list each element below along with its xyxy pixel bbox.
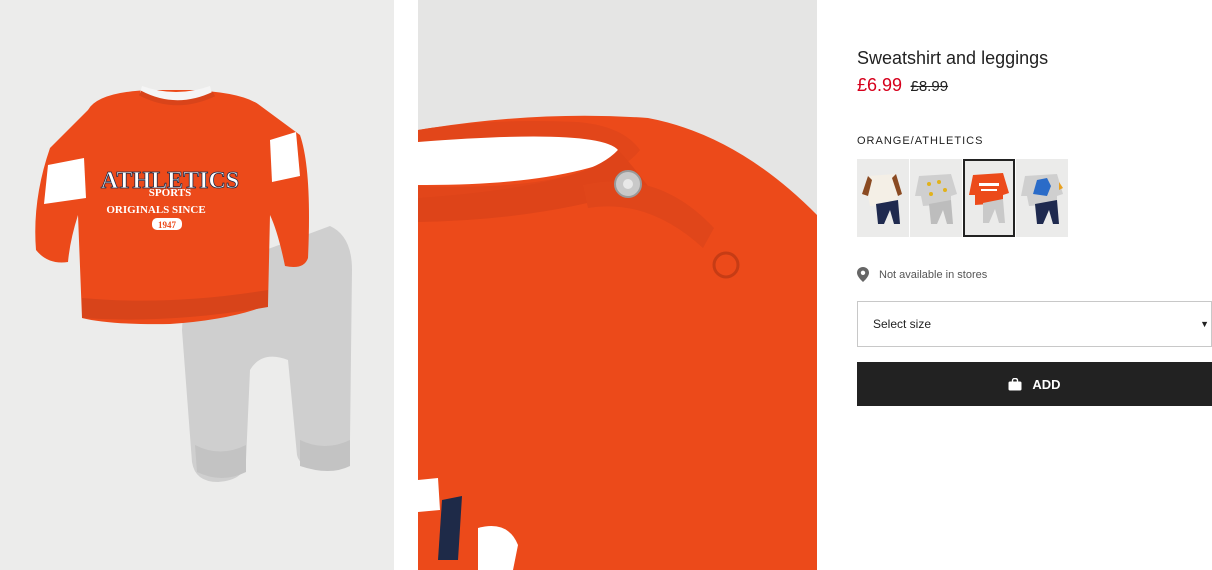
location-pin-icon <box>857 267 869 282</box>
color-swatch-grey-print[interactable] <box>910 159 962 237</box>
print-line-1: SPORTS <box>149 187 191 199</box>
add-button-label: ADD <box>1032 376 1061 392</box>
print-line-2: ORIGINALS SINCE <box>106 204 205 216</box>
availability-text: Not available in stores <box>879 268 988 281</box>
size-select[interactable]: Select size ▼ <box>857 301 1212 347</box>
store-availability: Not available in stores <box>857 267 987 282</box>
outfit-illustration: ATHLETICS SPORTS ORIGINALS SINCE 1947 <box>35 86 352 482</box>
size-select-label: Select size <box>873 317 932 331</box>
swatch-thumbnail <box>862 174 902 224</box>
color-name: ORANGE/ATHLETICS <box>857 135 984 147</box>
color-swatches <box>857 159 1069 237</box>
add-to-bag-button[interactable]: ADD <box>857 362 1212 406</box>
detail-illustration <box>418 115 817 570</box>
price-current: £6.99 <box>857 75 903 95</box>
print-year: 1947 <box>158 220 177 230</box>
product-title: Sweatshirt and leggings <box>857 48 1049 68</box>
swatch-thumbnail <box>969 173 1009 223</box>
price-row: £6.99 £8.99 <box>857 75 948 96</box>
caret-down-icon: ▼ <box>1200 319 1209 329</box>
color-swatch-brown-raglan[interactable] <box>857 159 909 237</box>
shopping-bag-icon <box>1008 377 1022 391</box>
product-image-detail[interactable] <box>418 0 817 570</box>
swatch-thumbnail <box>915 174 957 224</box>
product-page: ATHLETICS SPORTS ORIGINALS SINCE 1947 Sw… <box>0 0 1212 570</box>
product-info-panel: Sweatshirt and leggings £6.99 £8.99 ORAN… <box>857 0 1212 570</box>
product-image-main[interactable]: ATHLETICS SPORTS ORIGINALS SINCE 1947 <box>0 0 394 570</box>
price-original: £8.99 <box>910 78 949 95</box>
swatch-thumbnail <box>1021 174 1063 224</box>
color-swatch-grey-dino[interactable] <box>1016 159 1068 237</box>
color-swatch-orange-athletics[interactable] <box>963 159 1015 237</box>
